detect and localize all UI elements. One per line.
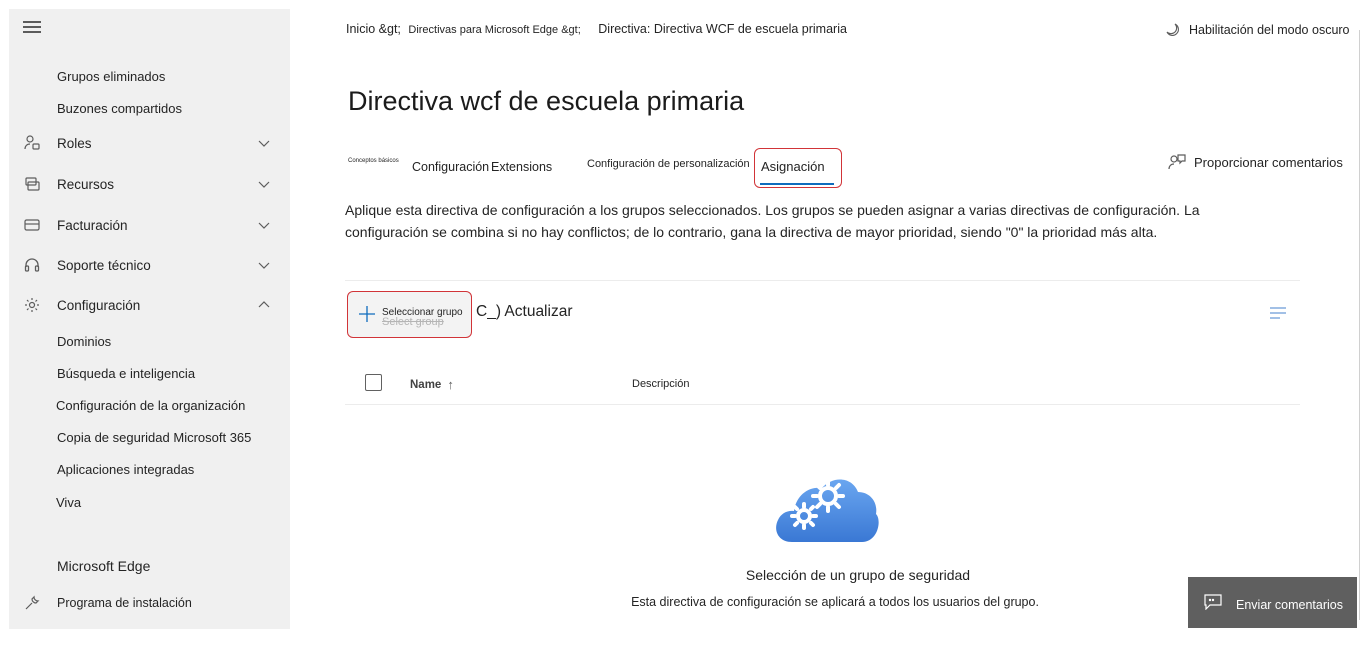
send-feedback-button[interactable]: Enviar comentarios <box>1188 577 1357 628</box>
column-header-name[interactable]: Name ↑ <box>410 377 454 392</box>
left-navigation: Grupos eliminados Buzones compartidos Ro… <box>9 9 290 629</box>
sidebar-item-search[interactable]: Búsqueda e inteligencia <box>57 366 195 381</box>
sidebar-item-domains[interactable]: Dominios <box>57 334 111 349</box>
sidebar-item-billing[interactable]: Facturación <box>9 210 290 240</box>
sidebar-item-backup[interactable]: Copia de seguridad Microsoft 365 <box>57 430 251 445</box>
sidebar-item-viva[interactable]: Viva <box>56 495 81 510</box>
chevron-down-icon <box>258 181 270 188</box>
tab-customization[interactable]: Configuración de personalización <box>587 158 750 170</box>
sidebar-item-shared-mailboxes[interactable]: Buzones compartidos <box>57 101 182 116</box>
divider <box>345 280 1300 281</box>
headset-icon <box>23 256 41 274</box>
gear-icon <box>23 296 41 314</box>
sidebar-item-label: Soporte técnico <box>57 257 151 273</box>
sort-ascending-icon: ↑ <box>447 377 454 392</box>
column-header-description[interactable]: Descripción <box>632 378 689 390</box>
breadcrumb-home[interactable]: Inicio &gt; <box>346 22 401 36</box>
provide-feedback-link[interactable]: Proporcionar comentarios <box>1168 153 1343 171</box>
list-view-icon[interactable] <box>1269 307 1287 319</box>
table-header-divider <box>345 404 1300 405</box>
tab-extensions[interactable]: Extensions <box>491 160 552 174</box>
breadcrumb-edge-policies[interactable]: Directivas para Microsoft Edge &gt; <box>408 24 580 36</box>
assignment-description: Aplique esta directiva de configuración … <box>345 202 1200 240</box>
feedback-person-icon <box>1168 154 1186 170</box>
panel-border <box>1359 30 1360 620</box>
sidebar-item-integrated-apps[interactable]: Aplicaciones integradas <box>57 462 194 477</box>
breadcrumb-current: Directiva: Directiva WCF de escuela prim… <box>598 22 847 36</box>
active-tab-indicator <box>760 183 834 185</box>
billing-icon <box>23 216 41 234</box>
hamburger-menu-icon[interactable] <box>23 21 41 35</box>
sidebar-item-settings[interactable]: Configuración <box>9 290 290 320</box>
select-all-checkbox[interactable] <box>365 374 382 391</box>
chevron-down-icon <box>258 140 270 147</box>
tab-assignment[interactable]: Asignación <box>754 148 842 188</box>
select-group-ghost-text: Select group <box>382 316 444 328</box>
sidebar-item-deleted-groups[interactable]: Grupos eliminados <box>57 69 165 84</box>
send-feedback-label: Enviar comentarios <box>1236 598 1343 612</box>
resources-icon <box>23 175 41 193</box>
tab-settings[interactable]: Configuración <box>412 160 489 174</box>
sidebar-item-label: Configuración <box>57 297 141 313</box>
dark-mode-label: Habilitación del modo oscuro <box>1189 23 1350 37</box>
sidebar-item-support[interactable]: Soporte técnico <box>9 250 290 280</box>
moon-icon <box>1166 23 1179 36</box>
sidebar-item-roles[interactable]: Roles <box>9 128 290 158</box>
tab-assignment-label: Asignación <box>761 159 825 174</box>
sidebar-item-org-settings[interactable]: Configuración de la organización <box>56 398 245 413</box>
breadcrumb: Inicio &gt; Directivas para Microsoft Ed… <box>346 22 847 36</box>
page-title: Directiva wcf de escuela primaria <box>348 86 745 116</box>
dark-mode-toggle[interactable]: Habilitación del modo oscuro <box>1165 22 1350 38</box>
tab-basics[interactable]: Conceptos básicos <box>348 158 399 164</box>
chevron-up-icon <box>258 301 270 308</box>
chevron-down-icon <box>258 222 270 229</box>
select-group-button[interactable]: Seleccionar grupo Select group <box>347 291 472 338</box>
sidebar-item-label: Recursos <box>57 176 115 192</box>
refresh-button[interactable]: C_) Actualizar <box>476 303 572 321</box>
column-name-label: Name <box>410 378 442 391</box>
chat-icon <box>1204 594 1222 610</box>
provide-feedback-label: Proporcionar comentarios <box>1194 154 1343 170</box>
empty-state-subtitle: Esta directiva de configuración se aplic… <box>631 595 1039 609</box>
roles-icon <box>23 134 41 152</box>
sidebar-item-resources[interactable]: Recursos <box>9 169 290 199</box>
plus-icon <box>359 306 375 322</box>
sidebar-item-label: Roles <box>57 135 92 151</box>
sidebar-item-label: Facturación <box>57 217 128 233</box>
empty-state-title: Selección de un grupo de seguridad <box>745 567 971 583</box>
cloud-gears-icon <box>776 479 879 542</box>
chevron-down-icon <box>258 262 270 269</box>
